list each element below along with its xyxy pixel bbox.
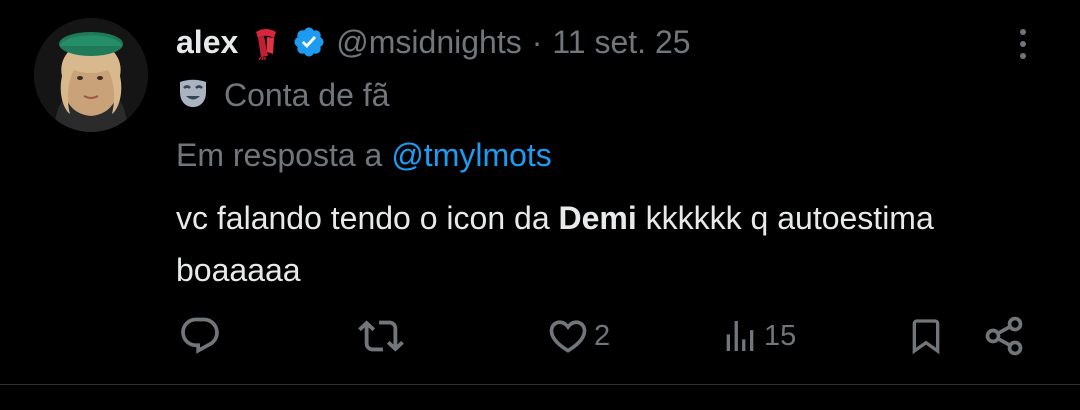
reply-icon — [181, 317, 219, 354]
share-button[interactable] — [982, 312, 1026, 360]
tweet[interactable]: alex @msidnights · 11 set. 25 Conta de f… — [0, 0, 1080, 385]
affiliation-label: Conta de fã — [176, 74, 389, 116]
analytics-icon — [726, 321, 754, 351]
views-button[interactable]: 15 — [720, 312, 796, 360]
heart-icon — [549, 320, 587, 353]
reply-button[interactable] — [178, 312, 226, 360]
separator-dot: · — [531, 23, 543, 60]
share-icon — [985, 316, 1023, 356]
scarf-icon — [248, 24, 284, 60]
tweet-header: alex @msidnights · 11 set. 25 — [176, 20, 691, 64]
like-button[interactable]: 2 — [546, 312, 610, 360]
verified-badge-icon[interactable] — [292, 25, 326, 59]
label-text: Conta de fã — [224, 76, 390, 113]
avatar[interactable] — [34, 18, 148, 132]
tweet-text-bold: Demi — [558, 200, 637, 236]
more-options-icon[interactable] — [1010, 24, 1036, 64]
bookmark-icon — [912, 319, 940, 355]
avatar-image — [34, 18, 148, 132]
author-name[interactable]: alex — [176, 24, 238, 61]
views-count: 15 — [764, 319, 797, 352]
reply-mention-link[interactable]: @tmylmots — [391, 137, 551, 174]
theater-mask-icon — [176, 76, 210, 115]
timestamp[interactable]: 11 set. 25 — [552, 24, 690, 61]
retweet-button[interactable] — [358, 312, 408, 360]
tweet-text: vc falando tendo o icon da Demi kkkkkk q… — [176, 192, 1016, 296]
tweet-text-part: vc falando tendo o icon da — [176, 200, 559, 236]
action-bar: 2 15 — [0, 312, 1080, 360]
bookmark-button[interactable] — [906, 312, 946, 360]
reply-prefix: Em resposta a — [176, 136, 383, 173]
divider — [0, 384, 1080, 385]
like-count: 2 — [594, 319, 611, 352]
reply-context: Em resposta a @tmylmots — [176, 134, 552, 176]
retweet-icon — [358, 320, 404, 352]
author-handle[interactable]: @msidnights — [336, 24, 521, 61]
